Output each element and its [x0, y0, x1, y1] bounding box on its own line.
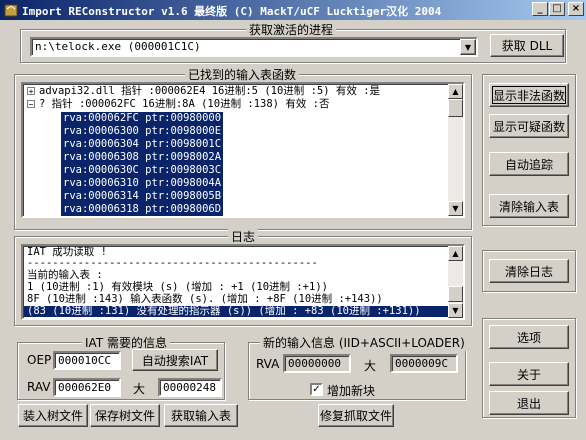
expand-icon[interactable]: + — [27, 87, 35, 96]
log-line: ----------------------------------------… — [27, 257, 318, 269]
scroll-down-icon[interactable]: ▼ — [448, 303, 463, 318]
app-icon — [4, 4, 18, 17]
new-rva-label: RVA — [256, 357, 280, 371]
auto-trace-button[interactable]: 自动追踪 — [489, 152, 569, 176]
close-button[interactable]: × — [568, 2, 584, 16]
save-tree-button[interactable]: 保存树文件 — [90, 404, 160, 427]
size-input[interactable]: 00000248 — [158, 378, 222, 397]
chevron-down-icon[interactable]: ▼ — [460, 39, 476, 55]
maximize-button[interactable]: □ — [549, 2, 565, 16]
scroll-thumb[interactable] — [448, 286, 463, 302]
log-scrollbar[interactable]: ▲ ▼ — [448, 246, 463, 318]
process-select[interactable]: n:\telock.exe (000001C1C) ▼ — [30, 37, 478, 57]
show-suspect-button[interactable]: 显示可疑函数 — [489, 114, 569, 138]
imports-group-label: 已找到的输入表函数 — [185, 66, 300, 83]
tree-item-thunk[interactable]: rva:000062FC ptr:00980000 — [61, 112, 224, 125]
tree-item-thunk[interactable]: rva:00006304 ptr:0098001C — [61, 138, 224, 151]
tree-node-label: ? 指针 :000062FC 16进制:8A (10进制 :138) 有效 :否 — [39, 98, 330, 110]
new-size-label: 大 — [364, 359, 377, 373]
oep-input[interactable]: 000010CC — [53, 351, 121, 370]
tree-item-thunk[interactable]: rva:0000630C ptr:0098003C — [61, 164, 224, 177]
tree-item-thunk[interactable]: rva:00006308 ptr:0098002A — [61, 151, 224, 164]
tree-item-thunk[interactable]: rva:00006300 ptr:0098000E — [61, 125, 224, 138]
size-label: 大 — [133, 382, 146, 396]
tree-node-advapi32[interactable]: + advapi32.dll 指针 :000062E4 16进制:5 (10进制 … — [27, 85, 380, 98]
tree-item-thunk[interactable]: rva:00006314 ptr:0098005B — [61, 190, 224, 203]
scroll-up-icon[interactable]: ▲ — [448, 84, 463, 99]
auto-search-iat-button[interactable]: 自动搜索IAT — [132, 349, 218, 371]
tree-node-unknown[interactable]: −? 指针 :000062FC 16进制:8A (10进制 :138) 有效 :… — [27, 98, 329, 111]
new-rva-input: 00000000 — [283, 354, 351, 373]
log-line-selected[interactable]: (83 (10进制 :131) 没有处理的指示器 (s)) (增加 : +83 … — [24, 306, 449, 317]
tree-item-thunk[interactable]: rva:00006318 ptr:0098006D — [61, 203, 224, 216]
exit-button[interactable]: 退出 — [489, 391, 569, 415]
process-select-value: n:\telock.exe (000001C1C) — [35, 40, 201, 53]
imports-tree[interactable]: + advapi32.dll 指针 :000062E4 16进制:5 (10进制 … — [21, 82, 465, 218]
oep-label: OEP — [27, 353, 52, 367]
new-size-input: 0000009C — [390, 354, 458, 373]
log-list[interactable]: IAT 成功读取 ! -----------------------------… — [21, 244, 465, 320]
title-bar[interactable]: Import REConstructor v1.6 最终版 (C) MackT/… — [0, 0, 586, 20]
load-tree-button[interactable]: 装入树文件 — [18, 404, 88, 427]
log-line: 当前的输入表 : — [27, 269, 103, 281]
add-section-label: 增加新块 — [327, 384, 376, 398]
about-button[interactable]: 关于 — [489, 362, 569, 386]
tree-item-thunk[interactable]: rva:00006310 ptr:0098004A — [61, 177, 224, 190]
rva-label: RAV — [27, 380, 51, 394]
scroll-down-icon[interactable]: ▼ — [448, 201, 463, 216]
show-invalid-button[interactable]: 显示非法函数 — [489, 83, 569, 107]
new-import-group-label: 新的输入信息 (IID+ASCII+LOADER) — [260, 334, 468, 351]
minimize-button[interactable]: _ — [532, 2, 548, 16]
scroll-up-icon[interactable]: ▲ — [448, 246, 463, 261]
options-button[interactable]: 选项 — [489, 325, 569, 349]
log-group-label: 日志 — [228, 228, 259, 245]
rva-input[interactable]: 000062E0 — [53, 378, 121, 397]
collapse-icon[interactable]: − — [27, 100, 35, 109]
process-group-label: 获取激活的进程 — [246, 21, 337, 38]
log-line: 1 (10进制 :1) 有效模块 (s) (增加 : +1 (10进制 :+1)… — [27, 281, 328, 293]
clear-imports-button[interactable]: 清除输入表 — [489, 194, 569, 218]
window-title: Import REConstructor v1.6 最终版 (C) MackT/… — [22, 5, 442, 18]
tree-node-label: advapi32.dll 指针 :000062E4 16进制:5 (10进制 :… — [39, 85, 381, 97]
get-imports-button[interactable]: 获取输入表 — [164, 404, 238, 427]
get-dll-button[interactable]: 获取 DLL — [490, 34, 564, 57]
imports-scrollbar[interactable]: ▲ ▼ — [448, 84, 463, 216]
add-section-checkbox[interactable]: ✓ — [310, 383, 323, 396]
scroll-thumb[interactable] — [448, 99, 463, 117]
log-line: 8F (10进制 :143) 输入表函数 (s). (增加 : +8F (10进… — [27, 293, 383, 305]
clear-log-button[interactable]: 清除日志 — [489, 259, 569, 283]
fix-dump-button[interactable]: 修复抓取文件 — [318, 404, 394, 427]
